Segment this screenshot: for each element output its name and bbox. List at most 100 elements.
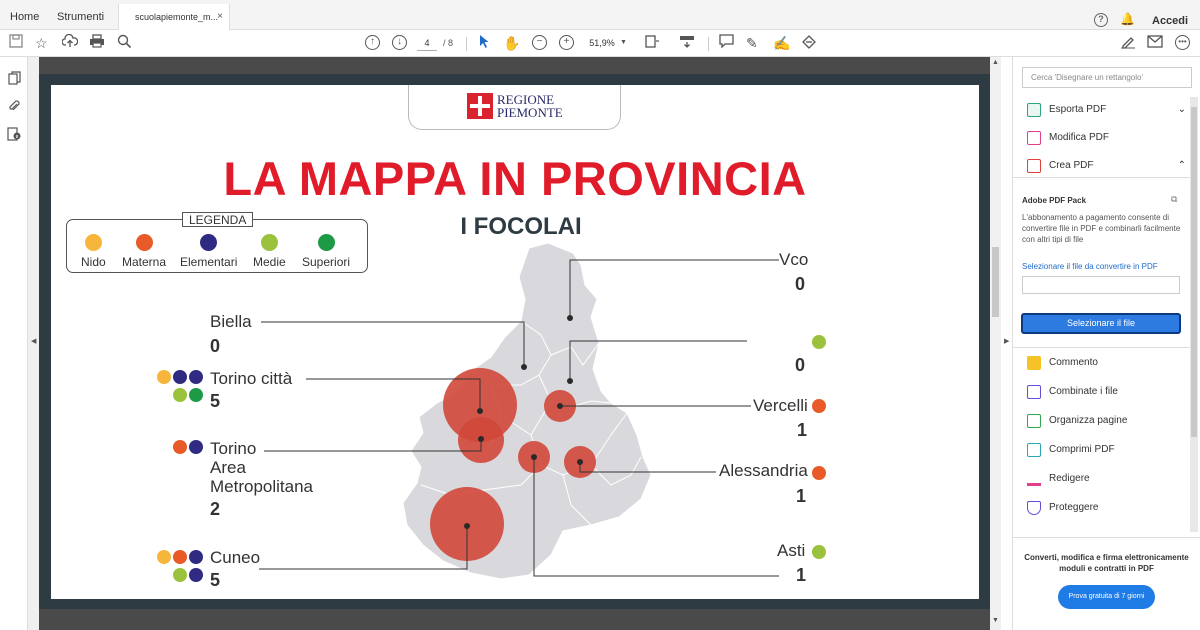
school-dot-materna [812,466,826,480]
tab-bar: Home Strumenti scuolapiemonte_m... × ? 🔔… [0,4,1200,30]
document-scrollbar[interactable]: ▲ ▼ [990,57,1001,630]
page-number-input[interactable]: 4 [417,35,437,51]
page-up-icon[interactable]: ↑ [365,35,380,50]
tool-compress-pdf[interactable]: Comprimi PDF [1027,441,1192,461]
province-value-asti: 1 [796,565,807,585]
tool-export-pdf[interactable]: Esporta PDF ⌄ [1027,101,1192,121]
help-icon[interactable]: ? [1094,13,1108,27]
school-dot-nido [157,370,171,384]
create-pdf-icon [1027,159,1041,173]
province-value-biella: 0 [210,336,221,356]
tools-pane-scrollbar-thumb[interactable] [1191,107,1197,437]
tab-home[interactable]: Home [10,4,39,30]
zoom-in-icon[interactable]: + [559,35,574,50]
zoom-search-icon[interactable] [117,34,132,52]
leader-dot-cuneo [464,523,470,529]
province-value-torino-citta: 5 [210,391,221,411]
comment-icon[interactable] [719,34,734,52]
protect-icon [1027,501,1041,515]
share-icon[interactable] [801,34,817,52]
province-value-novara: 0 [795,355,806,375]
toolbar-divider [466,37,467,51]
province-name-torino-citta: Torino città [210,369,293,388]
province-name-vco: Vco [779,250,809,269]
province-value-torino-area: 2 [210,499,221,519]
left-pane-toggle[interactable]: ◀ [28,57,39,630]
school-dot-elementari [189,550,203,564]
copy-icon[interactable]: ⧉ [1171,194,1177,205]
tool-edit-pdf[interactable]: Modifica PDF [1027,129,1192,149]
edit-sign-icon[interactable] [1120,34,1136,52]
file-path-input[interactable] [1022,276,1180,294]
promo-text: Converti, modifica e firma elettronicame… [1024,553,1189,573]
print-icon[interactable] [89,34,105,52]
tools-search-input[interactable]: Cerca 'Disegnare un rettangolo' [1022,67,1192,88]
info-icon[interactable] [7,127,21,141]
school-dot-superiori [189,388,203,402]
sign-icon[interactable]: ✍ [773,34,790,52]
free-trial-button[interactable]: Prova gratuita di 7 giorni [1058,585,1155,609]
leader-dot-novara [567,378,573,384]
zoom-dropdown-icon[interactable]: ▼ [620,35,627,51]
scroll-up-icon[interactable]: ▲ [992,59,999,66]
hand-icon[interactable]: ✋ [503,34,520,52]
scroll-mode-icon[interactable] [679,34,695,52]
tool-comment[interactable]: Commento [1027,354,1192,374]
tool-combine-files[interactable]: Combinate i file [1027,383,1192,403]
leader-dot-vercelli [557,403,563,409]
page-down-icon[interactable]: ↓ [392,35,407,50]
province-value-alessandria: 1 [796,486,807,506]
chevron-down-icon: ⌄ [1177,104,1186,115]
zoom-level-input[interactable]: 51,9% [588,35,616,51]
pages-icon[interactable] [7,71,21,85]
bell-icon[interactable]: 🔔 [1120,12,1135,26]
comment-tool-icon [1027,356,1041,370]
export-pdf-icon [1027,103,1041,117]
document-viewer[interactable]: REGIONE PIEMONTE LA MAPPA IN PROVINCIA I… [39,57,990,630]
school-dot-elementari [173,370,187,384]
email-icon[interactable] [1147,34,1163,52]
province-name-alessandria: Alessandria [719,461,808,480]
right-pane-toggle[interactable]: ▶ [1001,57,1013,630]
leader-dot-torino-area [478,436,484,442]
school-dot-elementari [189,440,203,454]
zoom-out-icon[interactable]: − [532,35,547,50]
scroll-down-icon[interactable]: ▼ [992,617,999,624]
school-dot-medie [173,568,187,582]
tools-pane-scrollbar[interactable] [1190,97,1198,532]
school-dot-materna [173,440,187,454]
cloud-upload-icon[interactable] [61,33,79,52]
leader-dot-biella [521,364,527,370]
tab-document[interactable]: scuolapiemonte_m... × [118,4,230,30]
tab-tools[interactable]: Strumenti [57,4,104,30]
school-dot-nido [157,550,171,564]
leader-dot-vco [567,315,573,321]
more-icon[interactable]: ••• [1175,35,1190,50]
attachment-icon[interactable] [7,99,21,113]
cursor-icon[interactable] [478,34,490,52]
pen-icon[interactable]: ✎ [746,34,758,52]
tool-redact[interactable]: Redigere [1027,470,1192,490]
select-file-link[interactable]: Selezionare il file da convertire in PDF [1022,262,1158,271]
toolbar-divider [708,37,709,51]
save-icon[interactable] [9,34,23,52]
scrollbar-thumb[interactable] [992,247,999,317]
school-dot-medie [812,545,826,559]
close-tab-icon[interactable]: × [217,4,223,30]
pack-title: Adobe PDF Pack [1022,196,1087,205]
star-icon[interactable]: ☆ [35,34,48,52]
edit-pdf-icon [1027,131,1041,145]
fit-page-icon[interactable] [644,34,660,52]
tool-organize-pages[interactable]: Organizza pagine [1027,412,1192,432]
school-dot-medie [173,388,187,402]
select-file-button[interactable]: Selezionare il file [1021,313,1181,334]
compress-pdf-icon [1027,443,1041,457]
slide-frame: REGIONE PIEMONTE LA MAPPA IN PROVINCIA I… [39,74,990,609]
province-value-vco: 0 [795,274,806,294]
tool-protect[interactable]: Proteggere [1027,499,1192,519]
province-name-biella: Biella [210,312,252,331]
province-value-vercelli: 1 [797,420,808,440]
school-dot-materna [173,550,187,564]
left-sidebar [0,57,28,630]
tool-create-pdf[interactable]: Crea PDF ⌃ [1027,157,1192,177]
